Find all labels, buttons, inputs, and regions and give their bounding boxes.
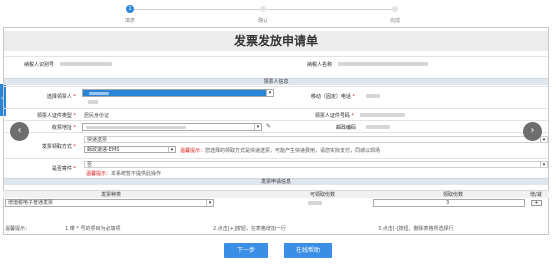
page-title: 发票发放申请单	[4, 31, 548, 51]
required-mark: *	[73, 113, 77, 119]
pay-tip-prefix: 温馨提示：	[86, 171, 112, 177]
chevron-down-icon: ▾	[206, 200, 213, 206]
required-mark: *	[73, 144, 77, 150]
quantity-value: 3	[446, 200, 450, 206]
taxpayer-id-label: 纳税人识别号	[24, 62, 55, 68]
pay-tip: 本系统暂不提供此操作	[111, 171, 162, 177]
pay-select[interactable]: 否 ▾	[84, 161, 548, 168]
method-row: 发票领取方式 * 快递送票 ▾ 邮政速递-EMS ▾ 温馨提示：您选择的领取方式…	[4, 132, 548, 158]
id-type-label: 领票人证件类型	[36, 113, 72, 119]
invoice-type-select[interactable]: 增值税电子普通发票 ▾	[5, 199, 214, 207]
recipient-select-value	[89, 92, 109, 95]
table-row: 增值税电子普通发票 ▾ 3 +	[3, 198, 549, 207]
id-type-row: 领票人证件类型 * 居民身份证 领票人证件号码 *	[4, 108, 548, 120]
recipient-select[interactable]: ▾	[82, 89, 274, 97]
tip-1: 1.带 * 号的项目为必填项	[65, 226, 121, 232]
step-connector	[130, 9, 260, 10]
method-value-2: 邮政速递-EMS	[87, 147, 120, 153]
required-mark: *	[73, 94, 77, 100]
recipient-section-header: 领票人信息	[4, 78, 548, 85]
step-3-label: 完成	[389, 18, 400, 24]
taxpayer-row: 纳税人识别号 纳税人名称	[4, 56, 548, 70]
address-input[interactable]: ▾	[82, 123, 262, 131]
tip-3: 3.点击[-]按钮，删除表格所选择行	[378, 226, 454, 232]
chevron-down-icon: ▾	[266, 90, 273, 96]
address-value	[86, 126, 186, 129]
tips-bar: 温馨提示： 1.带 * 号的项目为必填项 2.点击[+]按钮，在表格增加一行 3…	[3, 222, 549, 234]
method-label: 发票领取方式	[41, 144, 72, 150]
method-value-1: 快递送票	[87, 137, 108, 143]
taxpayer-id-value	[60, 62, 112, 66]
postcode-label: 邮政编码	[335, 125, 356, 131]
address-row: 收票地址 * ▾ ✎ 邮政编码	[4, 120, 548, 132]
step-2-label: 确认	[257, 18, 268, 24]
address-label: 收票地址	[51, 125, 72, 131]
method-tip-prefix: 温馨提示：	[180, 148, 206, 154]
mobile-label: 移动（固定）电话	[310, 94, 351, 100]
postcode-value	[366, 125, 390, 129]
method-select[interactable]: 快递送票 ▾	[84, 136, 548, 143]
chevron-down-icon: ▾	[168, 147, 175, 153]
recipient-extra	[88, 100, 98, 104]
step-1-label: 填表	[124, 18, 135, 24]
invoice-section-header: 发票申请信息	[4, 178, 548, 185]
taxpayer-name-value	[338, 62, 428, 66]
taxpayer-name-label: 纳税人名称	[306, 62, 332, 68]
next-step-button[interactable]: 下一步	[224, 243, 268, 258]
chevron-down-icon: ▾	[540, 162, 547, 168]
chevron-down-icon: ▾	[540, 137, 547, 143]
method-tip: 您选择的领取方式是快递送票，可能产生快递费用，请您实际支付，同城以现场	[205, 148, 381, 154]
progress-steps: 1 填表 确认 完成	[0, 0, 553, 30]
courier-select[interactable]: 邮政速递-EMS ▾	[84, 146, 176, 153]
id-type-value: 居民身份证	[84, 113, 110, 119]
required-mark: *	[351, 113, 355, 119]
online-help-button[interactable]: 在线帮助	[284, 243, 332, 258]
invoice-type-value: 增值税电子普通发票	[8, 200, 54, 206]
mobile-value	[366, 94, 380, 98]
tips-label: 温馨提示：	[5, 226, 31, 232]
step-3-dot	[392, 6, 398, 12]
quantity-input[interactable]: 3	[373, 199, 525, 207]
id-number-value	[360, 113, 405, 117]
invoice-table-header: 发票种类 可领取份数 领取份数 增/减	[3, 190, 549, 198]
available-value	[308, 201, 322, 205]
pay-label: 是否寄件	[51, 166, 72, 172]
edit-icon[interactable]: ✎	[266, 123, 271, 130]
add-row-button[interactable]: +	[531, 200, 542, 206]
pay-row: 是否寄件 * 否 ▾ 温馨提示：本系统暂不提供此操作	[4, 158, 548, 178]
id-number-label: 领票人证件号码	[314, 113, 350, 119]
step-1-dot: 1	[126, 5, 134, 13]
pay-value: 否	[87, 162, 93, 168]
required-mark: *	[73, 166, 77, 172]
chevron-down-icon: ▾	[254, 124, 261, 130]
required-mark: *	[73, 125, 77, 131]
step-connector	[264, 9, 394, 10]
choose-recipient-label: 选择领票人	[46, 94, 72, 100]
step-2-dot	[260, 6, 266, 12]
prev-arrow-icon[interactable]: ‹	[10, 122, 29, 141]
required-mark: *	[352, 94, 356, 100]
next-arrow-icon[interactable]: ›	[523, 122, 542, 141]
tip-2: 2.点击[+]按钮，在表格增加一行	[213, 226, 286, 232]
choose-recipient-row: 选择领票人 * ▾ 移动（固定）电话 *	[4, 86, 548, 108]
